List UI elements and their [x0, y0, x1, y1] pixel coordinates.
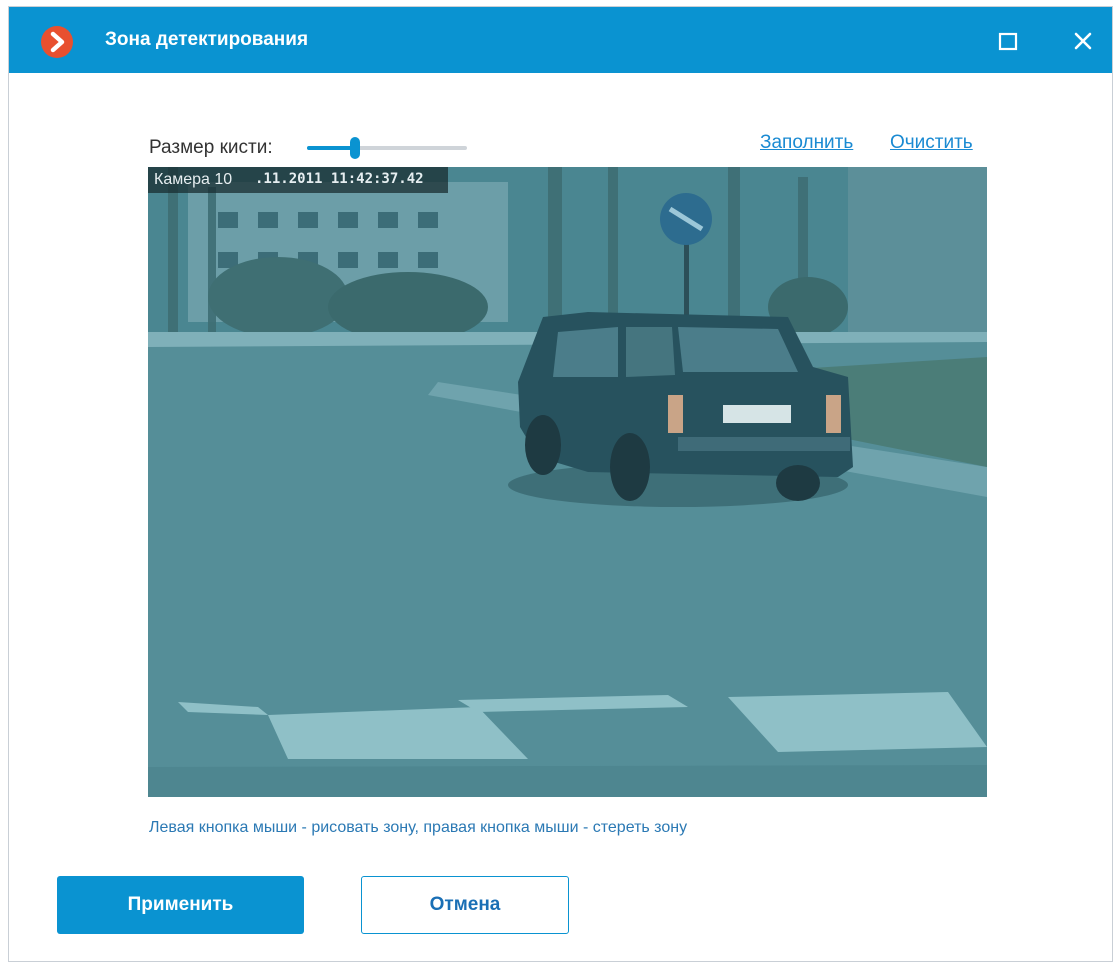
brush-size-label: Размер кисти:: [149, 137, 273, 158]
camera-timestamp: .11.2011 11:42:37.42: [255, 171, 424, 187]
brush-size-slider[interactable]: [307, 135, 467, 161]
app-logo-icon: [41, 26, 73, 58]
cancel-button[interactable]: Отмена: [361, 876, 569, 934]
apply-button[interactable]: Применить: [57, 876, 304, 934]
brush-slider-fill: [307, 146, 355, 150]
camera-preview[interactable]: Камера 10 .11.2011 11:42:37.42: [148, 167, 987, 797]
maximize-icon: [998, 32, 1018, 51]
window-title: Зона детектирования: [105, 29, 309, 50]
fill-zone-link[interactable]: Заполнить: [760, 132, 853, 154]
drawing-hint: Левая кнопка мыши - рисовать зону, права…: [149, 819, 688, 836]
close-button[interactable]: [1067, 25, 1099, 57]
brush-slider-thumb[interactable]: [350, 137, 360, 159]
maximize-button[interactable]: [992, 25, 1024, 57]
title-bar: Зона детектирования: [9, 7, 1112, 73]
detection-zone-dialog: Зона детектирования Размер кисти: Заполн…: [8, 6, 1113, 962]
close-icon: [1074, 32, 1092, 50]
camera-frame-image: [148, 167, 987, 797]
camera-info-overlay: Камера 10 .11.2011 11:42:37.42: [148, 167, 448, 193]
clear-zone-link[interactable]: Очистить: [890, 132, 973, 154]
camera-name: Камера 10: [154, 171, 233, 188]
